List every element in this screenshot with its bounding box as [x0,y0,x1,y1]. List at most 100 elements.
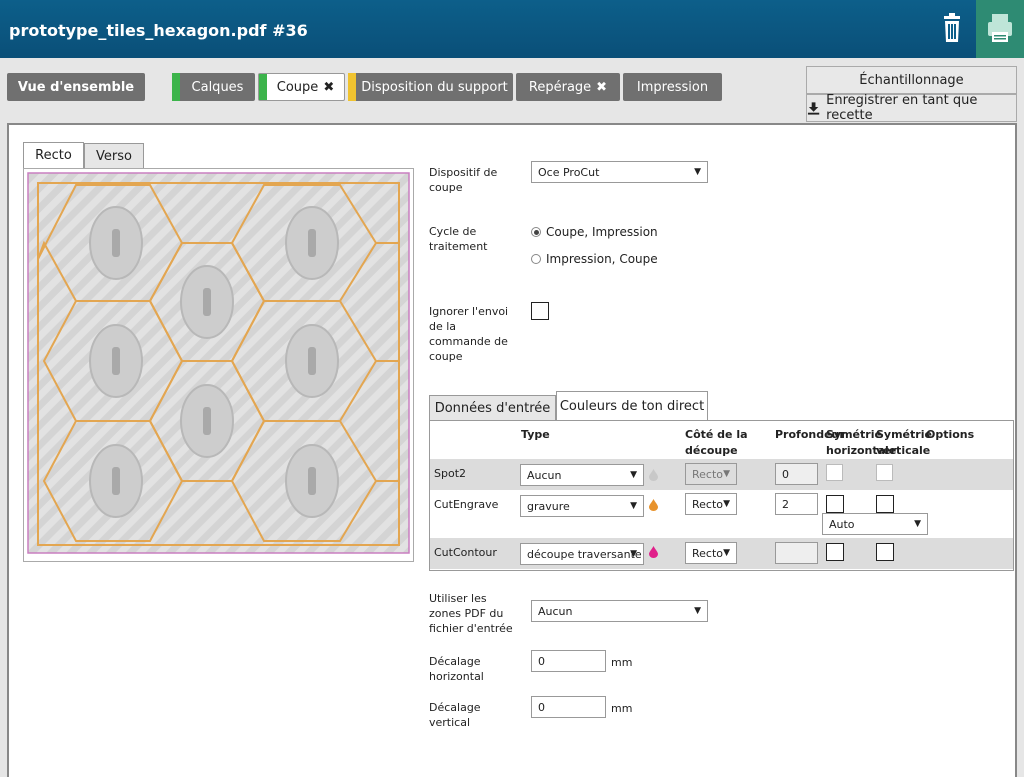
pdf-zones-select[interactable]: Aucun ▼ [531,600,708,622]
row-name: CutContour [434,546,497,559]
header-options: Options [926,428,975,441]
radio-dot [531,254,541,264]
document-title: prototype_tiles_hexagon.pdf #36 [9,21,308,40]
save-recipe-button[interactable]: Enregistrer en tant que recette [806,93,1017,123]
depth-input: 0 [775,463,818,485]
voffset-unit: mm [611,702,633,715]
device-value: Oce ProCut [538,165,600,179]
voffset-value: 0 [538,700,545,714]
radio-cut-print[interactable]: Coupe, Impression [531,225,658,239]
depth-input [775,542,818,564]
tab-input-data[interactable]: Données d'entrée [429,395,556,421]
chevron-down-icon: ▼ [723,469,730,479]
chevron-down-icon: ▼ [694,167,701,177]
vsym-checkbox[interactable] [876,543,894,561]
hoffset-value: 0 [538,654,545,668]
depth-input[interactable]: 2 [775,493,818,515]
drop-icon [649,469,658,481]
tab-recto[interactable]: Recto [23,142,84,169]
tab-cut-label: Coupe [276,79,319,95]
voffset-label: Décalage vertical [429,701,481,729]
option-value: Auto [829,517,855,531]
radio-print-cut-label: Impression, Coupe [546,252,658,266]
type-value: gravure [527,499,570,513]
tab-overview-label: Vue d'ensemble [17,79,135,95]
tab-recto-label: Recto [35,148,72,163]
row-name: Spot2 [434,467,467,480]
pdf-zones-label: Utiliser les zones PDF du fichier d'entr… [429,592,513,635]
print-button[interactable] [976,0,1024,58]
tab-layers[interactable]: Calques [172,73,255,101]
tab-verso[interactable]: Verso [84,143,144,169]
tab-media-layout[interactable]: Disposition du support [348,73,513,101]
chevron-down-icon: ▼ [694,606,701,616]
sampling-label: Échantillonnage [859,72,964,88]
close-icon[interactable]: ✖ [323,80,334,95]
chevron-down-icon: ▼ [723,548,730,558]
chevron-down-icon: ▼ [914,519,921,529]
printer-icon [988,14,1012,42]
chevron-down-icon: ▼ [723,499,730,509]
header-side: Côté de la découpe [685,428,748,457]
tab-cut[interactable]: Coupe ✖ [258,73,345,101]
device-select[interactable]: Oce ProCut ▼ [531,161,708,183]
trash-icon[interactable] [936,12,968,44]
hoffset-input[interactable]: 0 [531,650,606,672]
page-preview [23,168,414,562]
type-value: découpe traversante [527,547,642,561]
chevron-down-icon: ▼ [630,501,637,511]
side-value: Recto [692,467,724,481]
chevron-down-icon: ▼ [630,549,637,559]
vsym-checkbox[interactable] [876,495,894,513]
tab-registration[interactable]: Repérage ✖ [516,73,620,101]
cycle-label: Cycle de traitement [429,225,488,253]
radio-cut-print-label: Coupe, Impression [546,225,658,239]
tab-verso-label: Verso [96,148,132,164]
save-recipe-label: Enregistrer en tant que recette [826,93,978,123]
vsym-checkbox [876,464,893,481]
sampling-button[interactable]: Échantillonnage [806,66,1017,94]
hoffset-label: Décalage horizontal [429,655,484,683]
drop-icon [649,499,658,511]
close-icon[interactable]: ✖ [596,80,607,95]
tab-stripe [172,73,180,101]
tab-print[interactable]: Impression [623,73,722,101]
depth-value: 2 [782,497,789,511]
type-select[interactable]: découpe traversante ▼ [520,543,644,565]
drop-icon [649,546,658,558]
tab-input-data-label: Données d'entrée [434,400,551,416]
tab-layers-label: Calques [191,79,244,95]
hsym-checkbox[interactable] [826,543,844,561]
side-value: Recto [692,497,724,511]
type-select[interactable]: gravure ▼ [520,495,644,517]
tab-media-layout-label: Disposition du support [361,79,508,95]
option-select[interactable]: Auto ▼ [822,513,928,535]
pdf-zones-value: Aucun [538,604,573,618]
side-select: Recto ▼ [685,463,737,485]
voffset-input[interactable]: 0 [531,696,606,718]
side-select[interactable]: Recto ▼ [685,493,737,515]
download-icon [807,102,820,115]
hsym-checkbox[interactable] [826,495,844,513]
side-value: Recto [692,546,724,560]
ignore-checkbox[interactable] [531,302,549,320]
side-select[interactable]: Recto ▼ [685,542,737,564]
radio-dot [531,227,541,237]
tab-spot-colors-label: Couleurs de ton direct [559,399,705,414]
device-label: Dispositif de coupe [429,166,498,194]
ignore-label: Ignorer l'envoi de la commande de coupe [429,305,509,363]
tab-registration-label: Repérage [528,79,592,95]
chevron-down-icon: ▼ [630,470,637,480]
tab-overview[interactable]: Vue d'ensemble [7,73,145,101]
tab-print-label: Impression [636,79,709,95]
radio-print-cut[interactable]: Impression, Coupe [531,252,658,266]
preview-canvas [27,172,410,554]
header-hsym: Symétrie horizontale [826,428,897,457]
tab-stripe [259,74,267,100]
hoffset-unit: mm [611,656,633,669]
tab-spot-colors[interactable]: Couleurs de ton direct [556,391,708,422]
header-vsym: Symétrie verticale [876,428,932,457]
row-name: CutEngrave [434,498,499,511]
hsym-checkbox [826,464,843,481]
type-select[interactable]: Aucun ▼ [520,464,644,486]
